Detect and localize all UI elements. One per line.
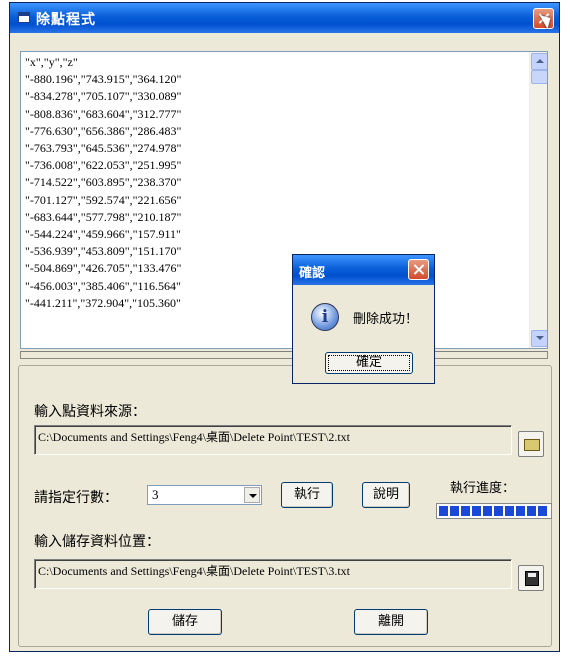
dialog-title: 確認 <box>299 266 326 281</box>
confirm-dialog: 確認 i 刪除成功！ 確定 <box>292 254 435 384</box>
progress-segment <box>439 506 448 516</box>
source-path-field[interactable]: C:\Documents and Settings\Feng4\桌面\Delet… <box>34 425 512 455</box>
dialog-close-button[interactable] <box>408 259 429 280</box>
rows-select[interactable]: 3 <box>147 485 262 505</box>
scroll-thumb[interactable] <box>531 70 547 84</box>
title-bar[interactable]: 除點程式 <box>10 3 559 33</box>
progress-segment <box>450 506 459 516</box>
scroll-down-button[interactable] <box>531 330 547 347</box>
progress-segment <box>494 506 503 516</box>
browse-save-button[interactable] <box>518 565 544 591</box>
help-button[interactable]: 說明 <box>362 482 410 508</box>
vertical-scrollbar[interactable] <box>529 52 547 348</box>
save-path-field[interactable]: C:\Documents and Settings\Feng4\桌面\Delet… <box>34 559 512 589</box>
output-line: "x","y","z" <box>25 55 78 69</box>
output-line: "-776.630","656.386","286.483" <box>25 123 182 138</box>
save-button[interactable]: 儲存 <box>148 609 222 635</box>
exit-button[interactable]: 離開 <box>354 609 428 635</box>
run-button[interactable]: 執行 <box>281 482 333 508</box>
app-icon <box>18 12 30 23</box>
browse-source-button[interactable] <box>518 431 544 457</box>
output-line: "-763.793","645.536","274.978" <box>25 141 182 156</box>
status-strip <box>20 351 548 359</box>
progress-segment <box>472 506 481 516</box>
floppy-disk-icon <box>525 571 539 586</box>
save-location-label: 輸入儲存資料位置： <box>34 534 160 550</box>
output-line: "-701.127","592.574","221.656" <box>25 192 182 207</box>
progress-segment <box>505 506 514 516</box>
output-line: "-536.939","453.809","151.170" <box>25 244 182 259</box>
output-line: "-714.522","603.895","238.370" <box>25 175 182 190</box>
output-line: "-456.003","385.406","116.564" <box>25 278 181 293</box>
output-line: "-683.644","577.798","210.187" <box>25 209 182 224</box>
progress-segment <box>527 506 536 516</box>
chevron-down-icon[interactable] <box>244 487 260 503</box>
main-window: 除點程式 "x","y","z" "-880.196","743.915","36… <box>9 2 560 652</box>
output-line: "-834.278","705.107","330.089" <box>25 89 182 104</box>
progress-segment <box>461 506 470 516</box>
progress-segment <box>483 506 492 516</box>
window-title: 除點程式 <box>36 12 96 28</box>
output-line: "-808.836","683.604","312.777" <box>25 106 182 121</box>
dialog-title-bar[interactable]: 確認 <box>293 255 434 285</box>
rows-value: 3 <box>152 487 159 502</box>
progress-label: 執行進度： <box>450 481 516 496</box>
source-label: 輸入點資料來源： <box>34 404 146 420</box>
progress-segment <box>516 506 525 516</box>
info-icon: i <box>311 303 339 331</box>
output-textarea[interactable]: "x","y","z" "-880.196","743.915","364.120… <box>20 51 548 349</box>
rows-label: 請指定行數： <box>34 490 118 506</box>
output-line: "-504.869","426.705","133.476" <box>25 261 182 276</box>
progress-bar <box>436 503 552 519</box>
output-lines: "x","y","z" "-880.196","743.915","364.120… <box>25 54 181 312</box>
output-line: "-880.196","743.915","364.120" <box>25 72 182 87</box>
progress-segment <box>538 506 547 516</box>
scroll-up-button[interactable] <box>531 53 547 70</box>
output-line: "-544.224","459.966","157.911" <box>25 227 181 242</box>
output-line: "-441.211","372.904","105.360" <box>25 295 181 310</box>
dialog-message: 刪除成功！ <box>353 312 419 327</box>
output-line: "-736.008","622.053","251.995" <box>25 158 182 173</box>
dialog-ok-button[interactable]: 確定 <box>325 352 413 374</box>
folder-icon <box>524 439 540 451</box>
